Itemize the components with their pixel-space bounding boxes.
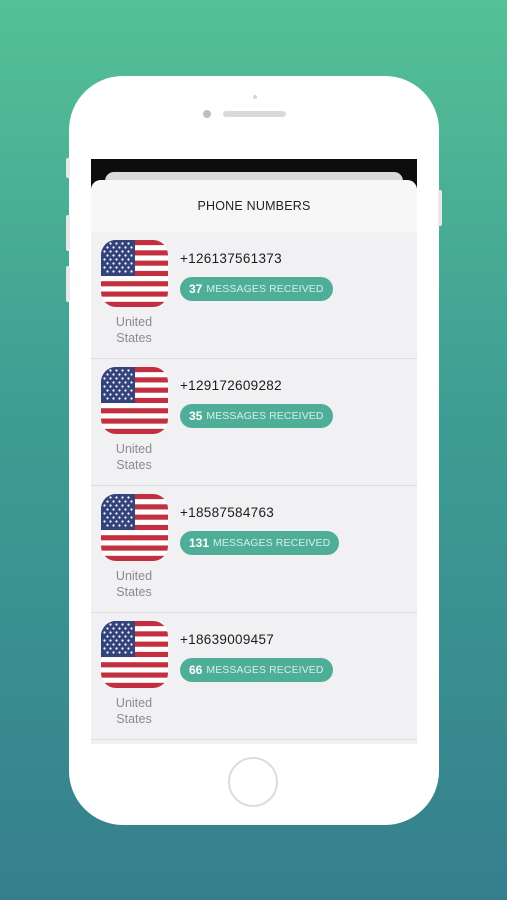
messages-label: MESSAGES RECEIVED — [206, 410, 324, 422]
mute-switch — [66, 158, 70, 178]
phone-number: +129172609282 — [180, 378, 282, 393]
page-title: PHONE NUMBERS — [197, 199, 311, 213]
phone-number-row[interactable]: United States +18639009457 66 MESSAGES R… — [91, 613, 417, 740]
messages-badge: 66 MESSAGES RECEIVED — [180, 658, 333, 682]
country-name: United States — [115, 442, 153, 472]
proximity-sensor — [253, 95, 257, 99]
phone-number-row[interactable]: United States +129172609282 35 MESSAGES … — [91, 359, 417, 486]
messages-badge: 35 MESSAGES RECEIVED — [180, 404, 333, 428]
phone-number: +126137561373 — [180, 251, 282, 266]
message-count: 131 — [189, 536, 210, 550]
messages-label: MESSAGES RECEIVED — [206, 283, 324, 295]
earpiece-speaker — [223, 111, 286, 117]
country-name: United States — [115, 696, 153, 726]
us-flag-icon — [101, 367, 168, 434]
messages-label: MESSAGES RECEIVED — [213, 537, 331, 549]
sheet-header: PHONE NUMBERS — [91, 180, 417, 232]
messages-badge: 131 MESSAGES RECEIVED — [180, 531, 340, 555]
home-button[interactable] — [228, 757, 278, 807]
phone-number-row[interactable]: United States +18587584763 131 MESSAGES … — [91, 486, 417, 613]
country-name: United States — [115, 315, 153, 345]
country-name: United States — [115, 569, 153, 599]
us-flag-icon — [101, 240, 168, 307]
phone-number-row[interactable]: United States +126137561373 37 MESSAGES … — [91, 232, 417, 359]
phone-number: +18587584763 — [180, 505, 275, 520]
volume-up-button — [66, 215, 70, 251]
us-flag-icon — [101, 621, 168, 688]
power-button — [438, 190, 442, 226]
us-flag-icon — [101, 494, 168, 561]
phone-screen: PHONE NUMBERS United States +12613756137… — [91, 159, 417, 744]
volume-down-button — [66, 266, 70, 302]
messages-badge: 37 MESSAGES RECEIVED — [180, 277, 333, 301]
phone-numbers-sheet: PHONE NUMBERS United States +12613756137… — [91, 180, 417, 744]
message-count: 35 — [189, 409, 203, 423]
phone-number: +18639009457 — [180, 632, 275, 647]
front-camera — [203, 110, 211, 118]
message-count: 66 — [189, 663, 203, 677]
messages-label: MESSAGES RECEIVED — [206, 664, 324, 676]
message-count: 37 — [189, 282, 203, 296]
